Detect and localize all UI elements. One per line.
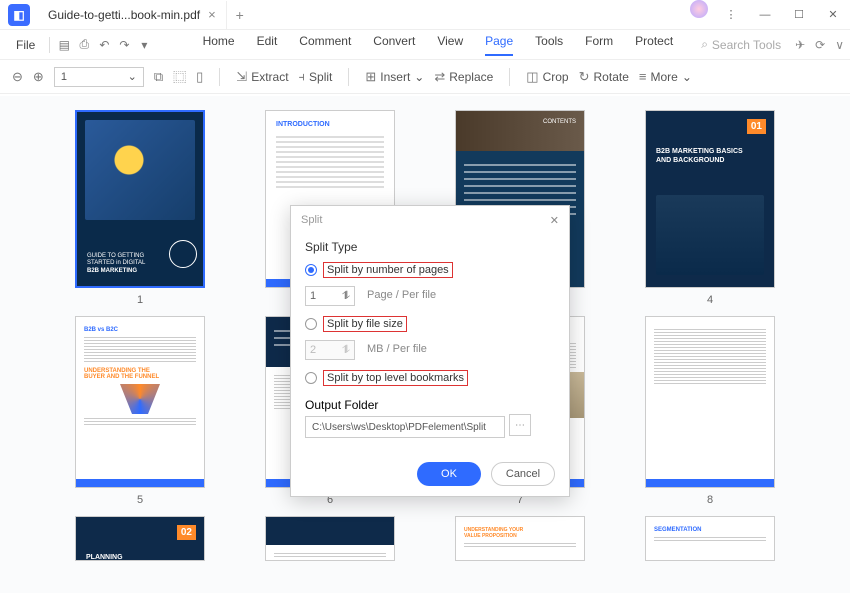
tab-filename: Guide-to-getti...book-min.pdf [48,8,200,22]
thumb-5[interactable]: B2B vs B2CUNDERSTANDING THEBUYER AND THE… [75,316,205,506]
chevron-down-icon: ⌄ [414,70,424,84]
extract-icon: ⇲ [236,69,247,85]
chevron-icon[interactable]: ∨ [835,38,844,52]
search-tools[interactable]: ⌕ Search Tools [701,37,781,52]
thumb-label: 5 [137,494,143,506]
save-icon[interactable]: ▤ [54,38,74,52]
tab-convert[interactable]: Convert [373,34,415,56]
print-icon[interactable]: ⎙ [74,37,94,52]
tab-form[interactable]: Form [585,34,613,56]
thumb-8[interactable]: 8 [645,316,775,506]
crop-icon: ◫ [526,69,538,85]
option-label: Split by file size [323,316,407,332]
stepper-icon: ⥮ [342,344,350,357]
tab-protect[interactable]: Protect [635,34,673,56]
split-type-label: Split Type [305,240,555,254]
thumb-12[interactable]: SEGMENTATION [645,516,775,561]
option-split-by-size[interactable]: Split by file size [305,316,555,332]
option-label: Split by top level bookmarks [323,370,468,386]
split-icon: ⫞ [299,69,306,85]
size-number-field: 2⥮ [305,340,355,360]
app-icon: ◧ [8,4,30,26]
thumb-9[interactable]: 02PLANNING [75,516,205,561]
page-toolbar: ⊖ ⊕ 1⌄ ⧉ ⿴ ▯ ⇲Extract ⫞Split ⊞Insert ⌄ ⇄… [0,60,850,94]
page-number-field[interactable]: 1⌄ [54,67,144,87]
search-placeholder: Search Tools [712,38,781,52]
size-suffix: MB / Per file [367,343,427,355]
thumb-label: 1 [137,294,143,306]
split-dialog: Split ✕ Split Type Split by number of pa… [290,205,570,497]
redo-icon[interactable]: ↷ [114,38,134,52]
document-tab[interactable]: Guide-to-getti...book-min.pdf × [38,1,227,29]
page-value: 1 [61,71,67,83]
insert-button[interactable]: ⊞Insert ⌄ [365,69,424,85]
kebab-icon[interactable]: ⋮ [714,0,748,30]
tab-page[interactable]: Page [485,34,513,56]
output-path-field[interactable]: C:\Users\ws\Desktop\PDFelement\Split [305,416,505,438]
thumb-1[interactable]: GUIDE TO GETTINGSTARTED in DIGITALB2B MA… [75,110,205,306]
tab-home[interactable]: Home [203,34,235,56]
chevron-down-icon: ⌄ [128,70,137,83]
close-window-button[interactable]: ✕ [816,0,850,30]
layout-icon-3[interactable]: ▯ [196,69,203,85]
close-tab-icon[interactable]: × [208,7,216,22]
replace-button[interactable]: ⇄Replace [434,69,493,85]
user-avatar[interactable] [690,0,708,18]
more-icon: ≡ [639,69,647,84]
thumb-11[interactable]: UNDERSTANDING YOURVALUE PROPOSITION [455,516,585,561]
radio-on-icon[interactable] [305,264,317,276]
rotate-button[interactable]: ↻Rotate [579,69,629,85]
zoom-in-icon[interactable]: ⊕ [33,69,44,85]
cloud-icon[interactable]: ⟳ [815,38,825,52]
option-split-by-bookmarks[interactable]: Split by top level bookmarks [305,370,555,386]
crop-button[interactable]: ◫Crop [526,69,568,85]
ok-button[interactable]: OK [417,462,481,486]
zoom-out-icon[interactable]: ⊖ [12,69,23,85]
maximize-button[interactable]: ☐ [782,0,816,30]
radio-off-icon[interactable] [305,318,317,330]
more-button[interactable]: ≡More ⌄ [639,69,692,84]
thumb-4[interactable]: 01B2B MARKETING BASICSAND BACKGROUND☁▤◉✉… [645,110,775,306]
replace-icon: ⇄ [434,69,445,85]
layout-icon-2[interactable]: ⿴ [173,67,186,86]
file-menu[interactable]: File [6,38,45,52]
dialog-close-icon[interactable]: ✕ [550,214,559,227]
stepper-icon[interactable]: ⥮ [342,290,350,303]
radio-off-icon[interactable] [305,372,317,384]
pages-number-field[interactable]: 1⥮ [305,286,355,306]
insert-icon: ⊞ [365,69,376,85]
titlebar: ◧ Guide-to-getti...book-min.pdf × + ⋮ — … [0,0,850,30]
thumb-label: 4 [707,294,713,306]
new-tab-button[interactable]: + [227,7,253,23]
chevron-down-icon: ⌄ [682,70,692,84]
tab-comment[interactable]: Comment [299,34,351,56]
main-tabs: Home Edit Comment Convert View Page Tool… [203,34,684,56]
option-split-by-pages[interactable]: Split by number of pages [305,262,555,278]
undo-icon[interactable]: ↶ [94,38,114,52]
thumb-label: 8 [707,494,713,506]
menubar: File ▤ ⎙ ↶ ↷ ▾ Home Edit Comment Convert… [0,30,850,60]
pages-suffix: Page / Per file [367,289,436,301]
browse-button[interactable]: ⋯ [509,414,531,436]
tab-edit[interactable]: Edit [257,34,278,56]
option-label: Split by number of pages [323,262,453,278]
split-button[interactable]: ⫞Split [299,69,333,85]
thumb-10[interactable] [265,516,395,561]
dropdown-icon[interactable]: ▾ [134,38,154,52]
send-icon[interactable]: ✈ [795,38,805,52]
dialog-title: Split [301,214,322,226]
rotate-icon: ↻ [579,69,590,85]
cancel-button[interactable]: Cancel [491,462,555,486]
tab-tools[interactable]: Tools [535,34,563,56]
output-folder-label: Output Folder [305,398,555,412]
layout-icon-1[interactable]: ⧉ [154,69,163,85]
search-icon: ⌕ [701,37,708,52]
minimize-button[interactable]: — [748,0,782,30]
dialog-titlebar: Split ✕ [291,206,569,234]
extract-button[interactable]: ⇲Extract [236,69,288,85]
tab-view[interactable]: View [437,34,463,56]
